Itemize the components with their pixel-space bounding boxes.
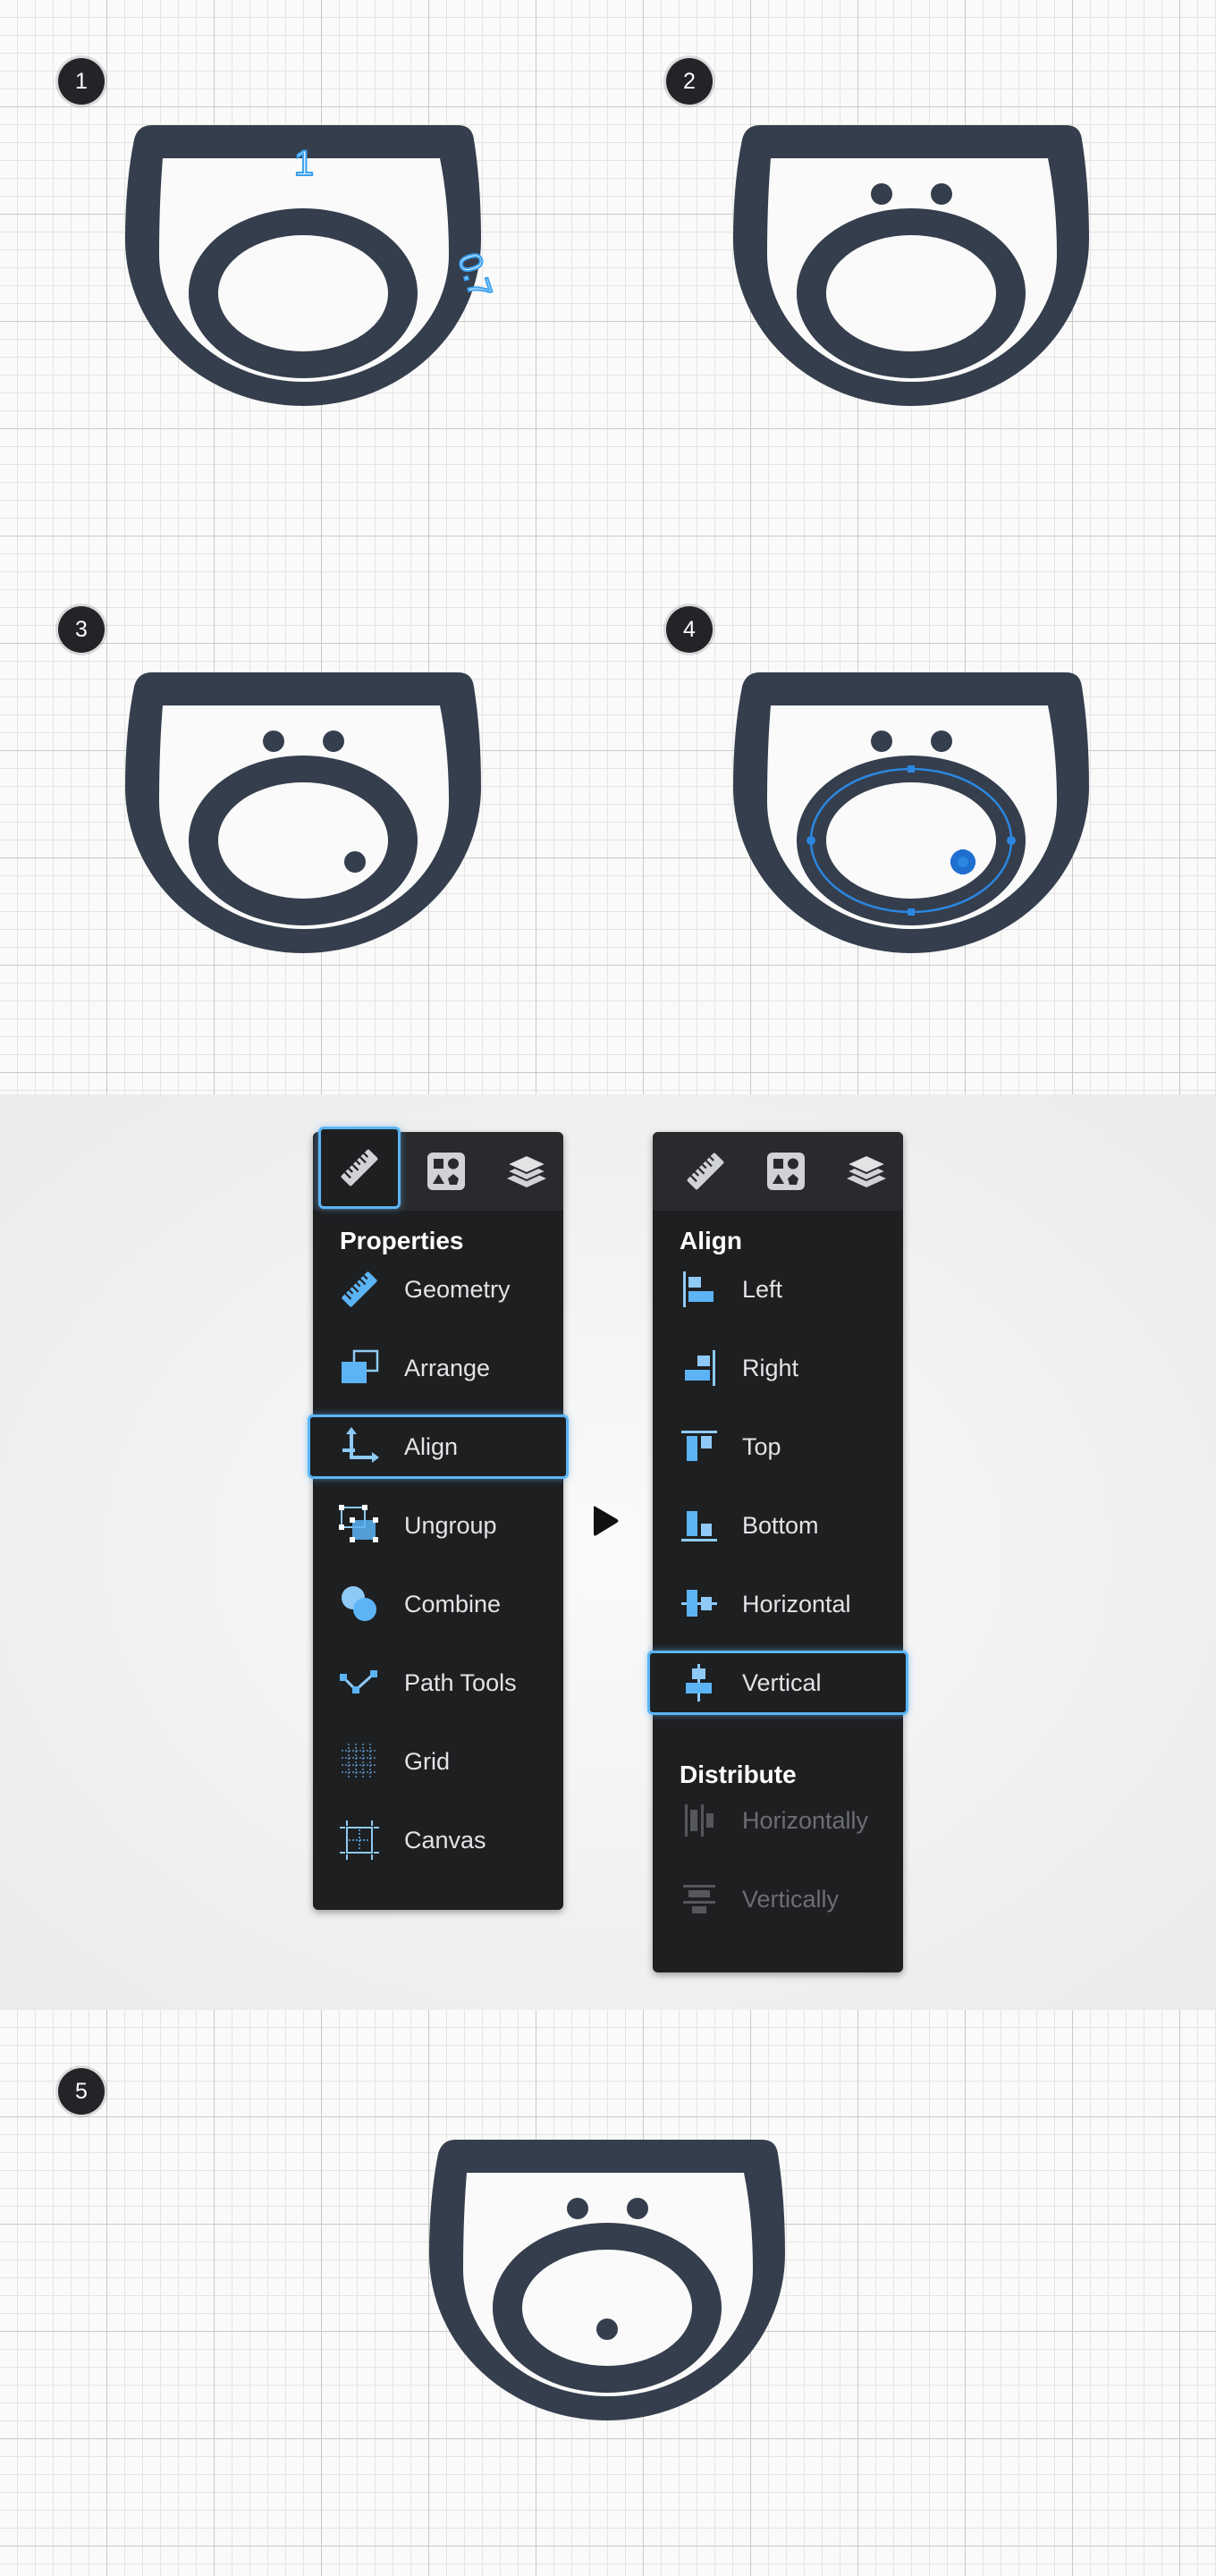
menu-item-align[interactable]: Align — [308, 1415, 569, 1479]
menu-item-label: Geometry — [404, 1275, 511, 1303]
ruler-icon — [342, 1271, 377, 1307]
menu-item-label: Bottom — [742, 1511, 819, 1539]
align-horizontal-center-icon — [681, 1590, 717, 1617]
align-panel: Align Left Right Top Bottom Horizontal V… — [647, 1132, 908, 1972]
menu-item-label: Arrange — [404, 1354, 491, 1381]
grid-icon — [342, 1744, 377, 1779]
menu-item-label: Horizontally — [742, 1806, 869, 1834]
step-badge-4: 4 — [666, 606, 713, 653]
basin-step-4 — [733, 672, 1089, 953]
anchor-point-left[interactable] — [806, 836, 815, 845]
artboard-step-5: 5 — [0, 2010, 1216, 2576]
align-left-icon — [683, 1271, 714, 1307]
basin-step-1: 1 0.7 — [125, 125, 501, 406]
menu-item-label: Grid — [404, 1747, 451, 1775]
menu-item-label: Horizontal — [742, 1590, 851, 1617]
tab-shapes[interactable] — [742, 1132, 830, 1211]
properties-panel: Properties Geometry Arrange Align Ungrou… — [308, 1127, 569, 1910]
menu-item-label: Vertical — [742, 1668, 822, 1696]
menu-item-distribute-horizontally: Horizontally — [653, 1788, 903, 1853]
menu-item-label: Top — [742, 1432, 781, 1460]
panel-heading-align: Align — [680, 1227, 742, 1254]
arrange-icon — [342, 1349, 379, 1383]
tap-hole-right — [931, 183, 952, 205]
panel-tab-bar — [313, 1127, 563, 1211]
menu-item-label: Left — [742, 1275, 783, 1303]
ruler-icon — [687, 1153, 724, 1190]
shapes-icon — [767, 1153, 805, 1190]
ruler-icon — [341, 1149, 378, 1187]
menu-item-ungroup[interactable]: Ungroup — [313, 1493, 563, 1558]
drain-hole — [344, 851, 366, 873]
play-arrow-icon — [594, 1506, 619, 1536]
layers-icon — [844, 1153, 889, 1187]
align-bottom-icon — [681, 1511, 717, 1541]
tap-hole-left — [871, 183, 892, 205]
menu-item-combine[interactable]: Combine — [313, 1572, 563, 1636]
menu-item-label: Combine — [404, 1590, 502, 1617]
menu-item-geometry[interactable]: Geometry — [313, 1257, 563, 1322]
step-badge-3: 3 — [58, 606, 105, 653]
path-tools-icon — [340, 1670, 377, 1693]
tab-geometry-ruler[interactable] — [662, 1132, 749, 1211]
distribute-vertical-icon — [683, 1885, 715, 1913]
anchor-point-top[interactable] — [908, 765, 915, 773]
canvas-icon — [340, 1820, 379, 1860]
align-axes-icon — [342, 1427, 379, 1463]
distribute-horizontal-icon — [685, 1804, 714, 1837]
tab-geometry-ruler[interactable] — [318, 1127, 401, 1209]
step-badge-1: 1 — [58, 58, 105, 105]
panel-heading-distribute: Distribute — [680, 1761, 797, 1788]
shapes-icon — [427, 1153, 465, 1190]
layers-icon — [504, 1153, 549, 1187]
tab-shapes[interactable] — [402, 1132, 490, 1211]
menu-item-align-horizontal[interactable]: Horizontal — [653, 1572, 903, 1636]
menu-item-label: Right — [742, 1354, 799, 1381]
menu-item-path-tools[interactable]: Path Tools — [313, 1651, 563, 1715]
basin-step-3 — [125, 672, 481, 953]
align-top-icon — [681, 1431, 717, 1461]
menu-item-label: Canvas — [404, 1826, 486, 1854]
ungroup-icon — [339, 1505, 378, 1542]
tap-hole-left — [567, 2198, 588, 2219]
basin-step-5 — [429, 2140, 785, 2420]
menu-item-label: Ungroup — [404, 1511, 497, 1539]
basin-step-2 — [733, 125, 1089, 406]
tap-hole-left — [871, 731, 892, 752]
drain-hole — [596, 2318, 618, 2340]
menu-item-label: Align — [404, 1432, 459, 1460]
menu-item-canvas[interactable]: Canvas — [313, 1808, 563, 1872]
menu-item-label: Path Tools — [404, 1668, 517, 1696]
panels-section — [0, 1094, 1216, 2010]
drain-hole-selected[interactable] — [950, 849, 975, 874]
artboard-steps-1-4: 1 1 0.7 2 3 4 — [0, 0, 1216, 1094]
tab-layers[interactable] — [823, 1132, 910, 1211]
tab-layers[interactable] — [483, 1132, 570, 1211]
combine-icon — [342, 1586, 376, 1621]
menu-item-align-top[interactable]: Top — [653, 1415, 903, 1479]
align-vertical-center-icon — [686, 1664, 712, 1702]
menu-item-distribute-vertically: Vertically — [653, 1867, 903, 1931]
menu-item-align-vertical[interactable]: Vertical — [647, 1651, 908, 1715]
tap-hole-left — [263, 731, 284, 752]
menu-item-arrange[interactable]: Arrange — [313, 1336, 563, 1400]
align-right-icon — [685, 1350, 715, 1386]
tap-hole-right — [323, 731, 344, 752]
step-badge-5: 5 — [58, 2068, 105, 2115]
menu-item-align-left[interactable]: Left — [653, 1257, 903, 1322]
menu-item-align-right[interactable]: Right — [653, 1336, 903, 1400]
tap-hole-right — [931, 731, 952, 752]
tap-hole-right — [627, 2198, 648, 2219]
anchor-point-bottom[interactable] — [908, 908, 915, 916]
anchor-point-right[interactable] — [1007, 836, 1016, 845]
dimension-label-top: 1 — [294, 144, 314, 183]
menu-item-label: Vertically — [742, 1885, 840, 1913]
step-badge-2: 2 — [666, 58, 713, 105]
menu-item-grid[interactable]: Grid — [313, 1729, 563, 1794]
panel-tab-bar — [653, 1132, 903, 1211]
panel-heading-properties: Properties — [340, 1227, 464, 1254]
menu-item-align-bottom[interactable]: Bottom — [653, 1493, 903, 1558]
